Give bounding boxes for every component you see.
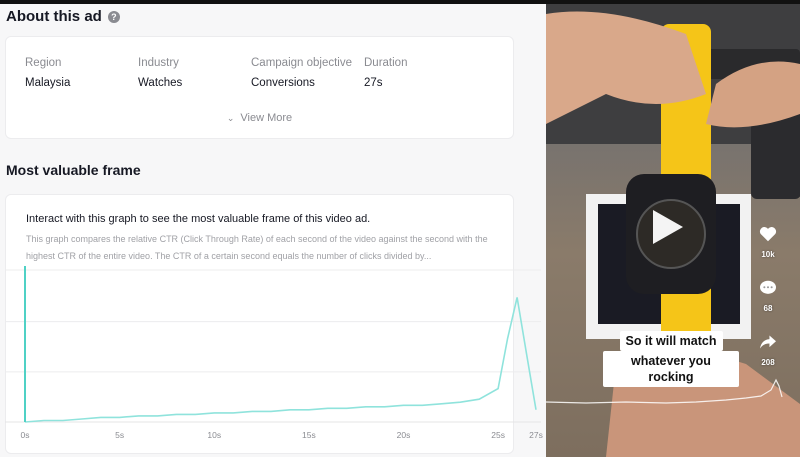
frame-heading: Most valuable frame bbox=[6, 162, 141, 178]
like-button[interactable]: 10k bbox=[756, 226, 780, 259]
chevron-down-icon: ⌄ bbox=[226, 113, 235, 123]
region-label: Region bbox=[25, 57, 62, 69]
ctr-chart[interactable]: 0s 5s 10s 15s 20s 25s 27s bbox=[0, 264, 546, 457]
comment-button[interactable]: 68 bbox=[756, 280, 780, 313]
share-count: 208 bbox=[761, 358, 775, 367]
duration-label: Duration bbox=[364, 57, 408, 69]
industry-field: Industry Watches bbox=[138, 57, 182, 89]
caption-line-1: So it will match bbox=[619, 331, 723, 351]
duration-value: 27s bbox=[364, 77, 383, 89]
industry-label: Industry bbox=[138, 57, 179, 69]
x-tick-label: 0s bbox=[21, 430, 30, 440]
video-player[interactable]: 10k 68 208 So it will match whatever you… bbox=[546, 4, 800, 457]
x-tick-label: 10s bbox=[207, 430, 221, 440]
duration-field: Duration 27s bbox=[364, 57, 407, 89]
x-tick-label: 5s bbox=[115, 430, 124, 440]
view-more-label: View More bbox=[240, 112, 293, 124]
x-tick-label: 25s bbox=[491, 430, 505, 440]
heart-icon bbox=[759, 227, 777, 242]
region-field: Region Malaysia bbox=[25, 57, 70, 89]
about-heading: About this ad ? bbox=[6, 8, 120, 25]
help-icon[interactable]: ? bbox=[107, 10, 120, 23]
region-value: Malaysia bbox=[25, 77, 71, 89]
share-icon bbox=[760, 335, 776, 349]
video-caption: So it will match whatever you rocking bbox=[603, 331, 739, 387]
x-tick-label: 27s bbox=[529, 430, 543, 440]
like-count: 10k bbox=[761, 250, 775, 259]
share-button[interactable]: 208 bbox=[756, 334, 780, 367]
x-tick-label: 15s bbox=[302, 430, 316, 440]
industry-value: Watches bbox=[138, 77, 183, 89]
play-icon[interactable] bbox=[645, 207, 685, 247]
graph-description: This graph compares the relative CTR (Cl… bbox=[26, 234, 488, 261]
objective-value: Conversions bbox=[251, 77, 315, 89]
about-title: About this ad bbox=[6, 8, 102, 25]
comment-count: 68 bbox=[763, 304, 773, 313]
caption-line-2: whatever you rocking bbox=[603, 351, 739, 387]
view-more-button[interactable]: ⌄ View More bbox=[6, 112, 513, 124]
objective-field: Campaign objective Conversions bbox=[251, 57, 352, 89]
ctr-series-line bbox=[24, 297, 537, 423]
graph-title: Interact with this graph to see the most… bbox=[26, 213, 371, 225]
comment-icon bbox=[760, 280, 776, 294]
objective-label: Campaign objective bbox=[251, 57, 353, 69]
ad-info-card: Region Malaysia Industry Watches Campaig… bbox=[5, 36, 514, 139]
x-tick-label: 20s bbox=[397, 430, 411, 440]
